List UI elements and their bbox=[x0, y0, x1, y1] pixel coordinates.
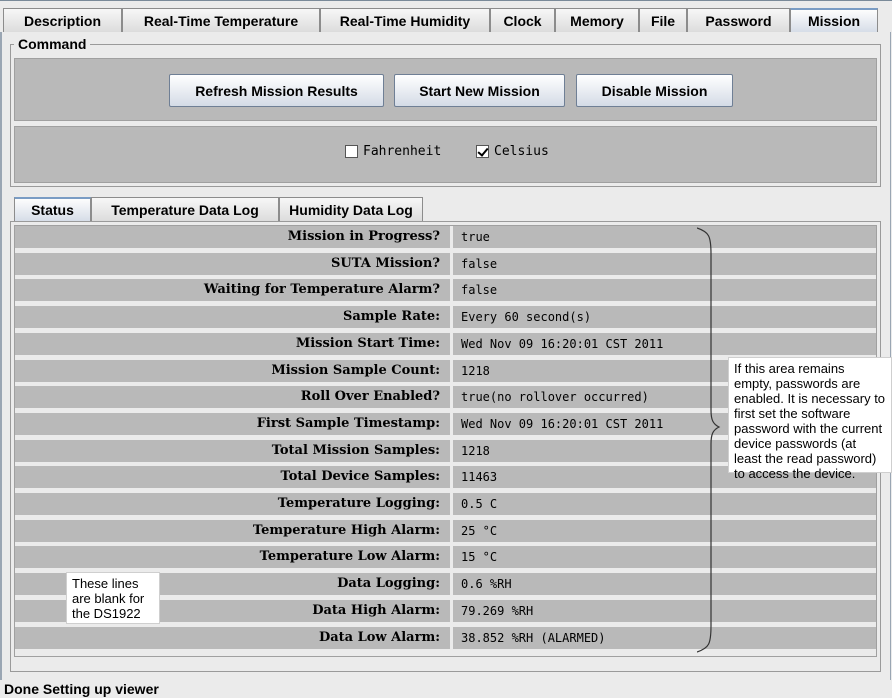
status-row-value: 0.5 C bbox=[453, 493, 876, 516]
tab-humidity-data-log[interactable]: Humidity Data Log bbox=[279, 197, 423, 221]
tab-mission[interactable]: Mission bbox=[790, 8, 878, 32]
celsius-label: Celsius bbox=[494, 144, 549, 159]
status-row-value: Every 60 second(s) bbox=[453, 306, 876, 330]
status-bar: Done Setting up viewer bbox=[0, 680, 892, 698]
status-row: Mission Start Time: Wed Nov 09 16:20:01 C… bbox=[15, 332, 876, 356]
status-row: Waiting for Temperature Alarm? false bbox=[15, 279, 876, 303]
horizontal-scroll-area[interactable] bbox=[14, 657, 877, 671]
status-row-label: Mission in Progress? bbox=[15, 226, 450, 249]
status-row: Data Low Alarm: 38.852 %RH (ALARMED) bbox=[15, 626, 876, 650]
status-row-label: Total Device Samples: bbox=[15, 466, 450, 490]
fahrenheit-label: Fahrenheit bbox=[363, 144, 442, 159]
status-row-label: Temperature Low Alarm: bbox=[15, 546, 450, 570]
celsius-checkbox-box[interactable] bbox=[476, 145, 489, 158]
tab-password[interactable]: Password bbox=[687, 8, 790, 32]
fahrenheit-checkbox[interactable]: Fahrenheit bbox=[345, 144, 441, 159]
status-row-label: Total Mission Samples: bbox=[15, 439, 450, 463]
status-row-value: false bbox=[453, 252, 876, 276]
status-row: Mission in Progress? true bbox=[15, 226, 876, 249]
tab-status[interactable]: Status bbox=[14, 197, 91, 221]
status-row-label: Sample Rate: bbox=[15, 306, 450, 330]
status-row-value: false bbox=[453, 279, 876, 303]
refresh-mission-results-button[interactable]: Refresh Mission Results bbox=[169, 74, 384, 107]
status-row-value: true bbox=[453, 226, 876, 249]
status-row-value: 15 °C bbox=[453, 546, 876, 570]
tab-memory[interactable]: Memory bbox=[555, 8, 639, 32]
tab-real-time-humidity[interactable]: Real-Time Humidity bbox=[320, 8, 490, 32]
tab-real-time-temperature[interactable]: Real-Time Temperature bbox=[122, 8, 320, 32]
status-row-value: 25 °C bbox=[453, 519, 876, 543]
tab-file[interactable]: File bbox=[639, 8, 687, 32]
status-row: Temperature Low Alarm: 15 °C bbox=[15, 546, 876, 570]
status-row-value: 0.6 %RH bbox=[453, 573, 876, 597]
start-new-mission-button[interactable]: Start New Mission bbox=[394, 74, 565, 107]
command-button-row: Refresh Mission Results Start New Missio… bbox=[14, 58, 877, 121]
temperature-unit-row: Fahrenheit Celsius bbox=[14, 126, 877, 183]
status-row-label: Temperature High Alarm: bbox=[15, 519, 450, 543]
status-row-value: 79.269 %RH bbox=[453, 599, 876, 623]
password-note: If this area remains empty, passwords ar… bbox=[728, 357, 892, 481]
main-tab-bar: Description Real-Time Temperature Real-T… bbox=[0, 0, 892, 33]
status-row-label: First Sample Timestamp: bbox=[15, 412, 450, 436]
ds1922-note: These lines are blank for the DS1922 bbox=[66, 572, 160, 624]
celsius-checkbox[interactable]: Celsius bbox=[476, 144, 549, 159]
status-row: SUTA Mission? false bbox=[15, 252, 876, 276]
command-group-title: Command bbox=[14, 36, 91, 52]
status-row: Temperature Logging: 0.5 C bbox=[15, 493, 876, 516]
tab-description[interactable]: Description bbox=[3, 8, 122, 32]
tab-temperature-data-log[interactable]: Temperature Data Log bbox=[91, 197, 279, 221]
status-row-label: Temperature Logging: bbox=[15, 493, 450, 516]
status-row-label: SUTA Mission? bbox=[15, 252, 450, 276]
status-row-label: Roll Over Enabled? bbox=[15, 386, 450, 410]
status-row-value: Wed Nov 09 16:20:01 CST 2011 bbox=[453, 332, 876, 356]
status-row-label: Mission Sample Count: bbox=[15, 359, 450, 383]
status-row-label: Data Low Alarm: bbox=[15, 626, 450, 650]
status-row-value: 38.852 %RH (ALARMED) bbox=[453, 626, 876, 650]
status-row-label: Waiting for Temperature Alarm? bbox=[15, 279, 450, 303]
disable-mission-button[interactable]: Disable Mission bbox=[576, 74, 733, 107]
status-row-label: Mission Start Time: bbox=[15, 332, 450, 356]
brace-connector bbox=[697, 227, 721, 653]
fahrenheit-checkbox-box[interactable] bbox=[345, 145, 358, 158]
tab-clock[interactable]: Clock bbox=[490, 8, 555, 32]
status-row: Temperature High Alarm: 25 °C bbox=[15, 519, 876, 543]
status-row: Sample Rate: Every 60 second(s) bbox=[15, 306, 876, 330]
